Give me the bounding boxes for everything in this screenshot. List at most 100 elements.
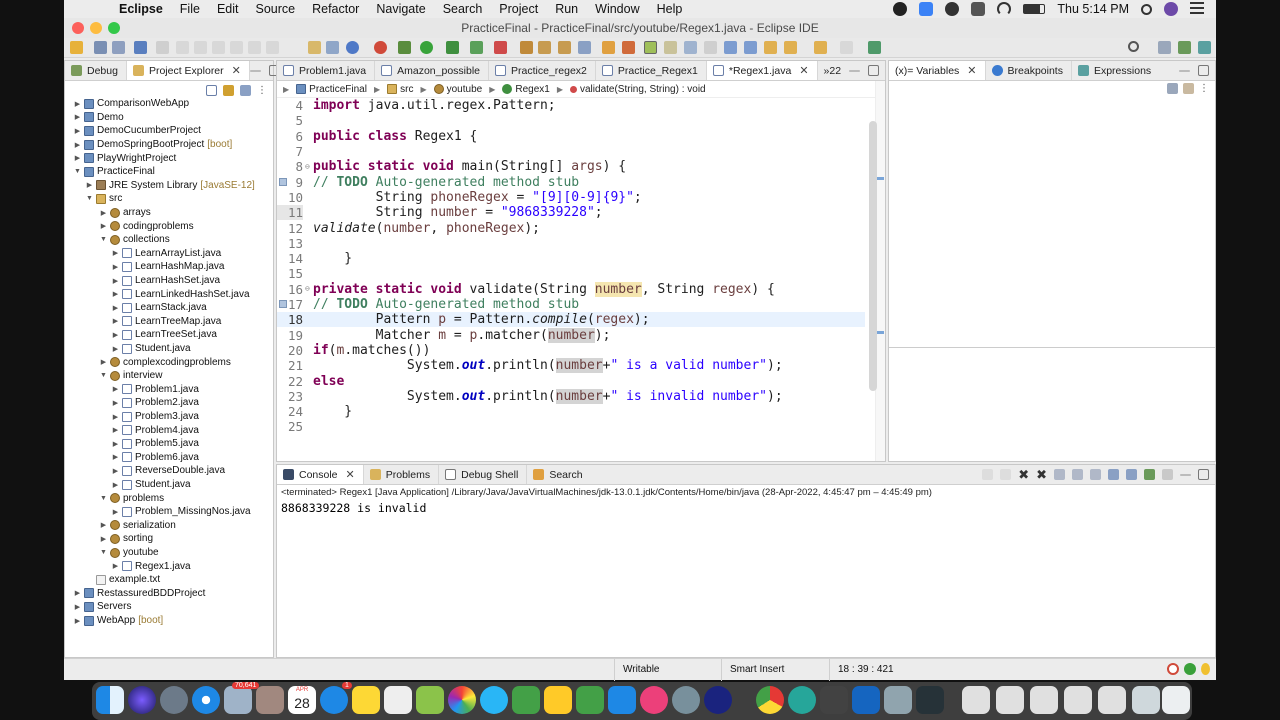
save-icon[interactable] bbox=[94, 41, 107, 54]
tab-amazon-possible[interactable]: Amazon_possible bbox=[375, 61, 490, 80]
chevron-right-icon[interactable]: ▶ bbox=[73, 113, 82, 121]
tree-item-interview[interactable]: ▼ interview bbox=[99, 369, 162, 383]
tree-item-demo[interactable]: ▶ Demo bbox=[73, 111, 124, 125]
tab-console[interactable]: Console ✕ bbox=[277, 465, 364, 484]
clear-console-icon[interactable]: ✖ bbox=[1036, 467, 1047, 483]
chevron-right-icon[interactable]: ▶ bbox=[111, 399, 120, 407]
skip-breakpoints-icon[interactable] bbox=[156, 41, 169, 54]
recent-window-icon[interactable] bbox=[996, 686, 1024, 714]
maximize-editor-icon[interactable] bbox=[868, 65, 880, 76]
tree-item-problem5-java[interactable]: ▶ Problem5.java bbox=[111, 437, 199, 451]
chevron-right-icon[interactable]: ▶ bbox=[111, 385, 120, 393]
chevron-right-icon[interactable]: ▶ bbox=[111, 453, 120, 461]
debug-as-icon[interactable] bbox=[398, 41, 411, 54]
chevron-right-icon[interactable]: ▶ bbox=[111, 440, 120, 448]
fold-toggle-icon[interactable]: ⊖ bbox=[305, 284, 310, 293]
menu-search[interactable]: Search bbox=[443, 2, 483, 16]
tree-item-regex1-java[interactable]: ▶ Regex1.java bbox=[111, 559, 191, 573]
tab-practice-regex1[interactable]: Practice_Regex1 bbox=[596, 61, 707, 80]
view-menu-icon[interactable] bbox=[1162, 469, 1173, 480]
last-edit-location-icon[interactable] bbox=[764, 41, 777, 54]
new-package-icon[interactable] bbox=[520, 41, 533, 54]
recent-window-icon[interactable] bbox=[1030, 686, 1058, 714]
details-pane-divider[interactable] bbox=[889, 347, 1215, 348]
collapse-all-icon[interactable] bbox=[1183, 83, 1194, 94]
close-tab-icon[interactable]: ✕ bbox=[346, 468, 355, 481]
chevron-right-icon[interactable]: ▶ bbox=[73, 141, 82, 149]
chevron-right-icon[interactable]: ▶ bbox=[85, 181, 94, 189]
open-type-icon[interactable] bbox=[326, 41, 339, 54]
remove-launch-icon[interactable] bbox=[1000, 469, 1012, 480]
fold-toggle-icon[interactable]: ⊖ bbox=[305, 162, 310, 171]
chevron-right-icon[interactable]: ▶ bbox=[99, 222, 108, 230]
filter-icon[interactable] bbox=[240, 84, 251, 96]
toggle-ant-icon[interactable] bbox=[644, 41, 657, 54]
step-into-icon[interactable] bbox=[230, 41, 243, 54]
chevron-right-icon[interactable]: ▶ bbox=[111, 249, 120, 257]
siri-icon[interactable] bbox=[1164, 2, 1178, 16]
tab-problem1-java[interactable]: Problem1.java bbox=[277, 61, 376, 80]
run-last-tool-icon[interactable] bbox=[470, 41, 483, 54]
calculator-icon[interactable] bbox=[820, 686, 848, 714]
chevron-right-icon[interactable]: ▶ bbox=[111, 508, 120, 516]
tree-item-democucumberproject[interactable]: ▶ DemoCucumberProject bbox=[73, 124, 201, 138]
keynote-icon[interactable] bbox=[608, 686, 636, 714]
tree-item-problem4-java[interactable]: ▶ Problem4.java bbox=[111, 423, 199, 437]
close-tab-icon[interactable]: ✕ bbox=[799, 64, 808, 77]
chevron-right-icon[interactable]: ▶ bbox=[73, 589, 82, 597]
scroll-lock-icon[interactable] bbox=[1054, 469, 1065, 480]
chevron-right-icon[interactable]: ▶ bbox=[73, 100, 82, 108]
open-folder-icon[interactable] bbox=[602, 41, 615, 54]
tree-item-problem2-java[interactable]: ▶ Problem2.java bbox=[111, 396, 199, 410]
chevron-right-icon[interactable]: ▶ bbox=[111, 263, 120, 271]
chevron-down-icon[interactable]: ▼ bbox=[99, 495, 108, 502]
tree-item-problem-missingnos-java[interactable]: ▶ Problem_MissingNos.java bbox=[111, 505, 251, 519]
use-step-filters-icon[interactable] bbox=[308, 41, 321, 54]
chevron-right-icon[interactable]: ▶ bbox=[111, 331, 120, 339]
chevron-right-icon[interactable]: ▶ bbox=[111, 304, 120, 312]
chevron-right-icon[interactable]: ▶ bbox=[111, 413, 120, 421]
chevron-down-icon[interactable]: ▼ bbox=[85, 195, 94, 202]
tab-variables[interactable]: (x)= Variables ✕ bbox=[889, 61, 986, 80]
tree-item-problem1-java[interactable]: ▶ Problem1.java bbox=[111, 383, 199, 397]
launchpad-icon[interactable] bbox=[160, 686, 188, 714]
occurrence-marker-icon[interactable] bbox=[877, 331, 884, 334]
tree-item-serialization[interactable]: ▶ serialization bbox=[99, 519, 176, 533]
tree-item-servers[interactable]: ▶ Servers bbox=[73, 600, 132, 614]
new-class-icon[interactable] bbox=[538, 41, 551, 54]
chevron-right-icon[interactable]: ▶ bbox=[111, 426, 120, 434]
terminate-icon[interactable] bbox=[212, 41, 225, 54]
new-java-project-icon[interactable] bbox=[494, 41, 507, 54]
pages-icon[interactable] bbox=[544, 686, 572, 714]
accessibility-icon[interactable] bbox=[971, 2, 986, 16]
menu-app-eclipse[interactable]: Eclipse bbox=[119, 2, 163, 16]
terminate-icon[interactable] bbox=[982, 469, 994, 480]
chevron-down-icon[interactable]: ▼ bbox=[99, 372, 108, 379]
menu-source[interactable]: Source bbox=[255, 2, 295, 16]
eclipse-icon[interactable] bbox=[704, 686, 732, 714]
minimize-window-icon[interactable] bbox=[90, 22, 102, 34]
task-marker-icon[interactable] bbox=[279, 300, 287, 308]
tab-search[interactable]: Search bbox=[527, 465, 590, 484]
numbers-icon[interactable] bbox=[576, 686, 604, 714]
breadcrumb-src[interactable]: src bbox=[400, 84, 413, 95]
search-toolbar-icon[interactable] bbox=[578, 41, 591, 54]
tab-debug-shell[interactable]: Debug Shell bbox=[439, 465, 528, 484]
tree-item-learnarraylist-java[interactable]: ▶ LearnArrayList.java bbox=[111, 247, 221, 261]
menu-refactor[interactable]: Refactor bbox=[312, 2, 359, 16]
tree-item-complexcodingproblems[interactable]: ▶ complexcodingproblems bbox=[99, 355, 231, 369]
open-perspective-icon[interactable] bbox=[1158, 41, 1171, 54]
word-wrap-icon[interactable] bbox=[1072, 469, 1083, 480]
tab-problems[interactable]: Problems bbox=[364, 465, 440, 484]
breadcrumb-method[interactable]: validate(String, String) : void bbox=[580, 84, 706, 95]
save-all-icon[interactable] bbox=[112, 41, 125, 54]
debug-icon[interactable] bbox=[134, 41, 147, 54]
tree-item-codingproblems[interactable]: ▶ codingproblems bbox=[99, 219, 194, 233]
chevron-right-icon[interactable]: ▶ bbox=[73, 617, 82, 625]
chrome-icon[interactable] bbox=[756, 686, 784, 714]
tab-breakpoints[interactable]: Breakpoints bbox=[986, 61, 1072, 80]
tree-item-learnlinkedhashset-java[interactable]: ▶ LearnLinkedHashSet.java bbox=[111, 287, 250, 301]
console-output[interactable]: 8868339228 is invalid bbox=[281, 501, 426, 515]
siri-dock-icon[interactable] bbox=[128, 686, 156, 714]
tree-item-student-java[interactable]: ▶ Student.java bbox=[111, 478, 191, 492]
